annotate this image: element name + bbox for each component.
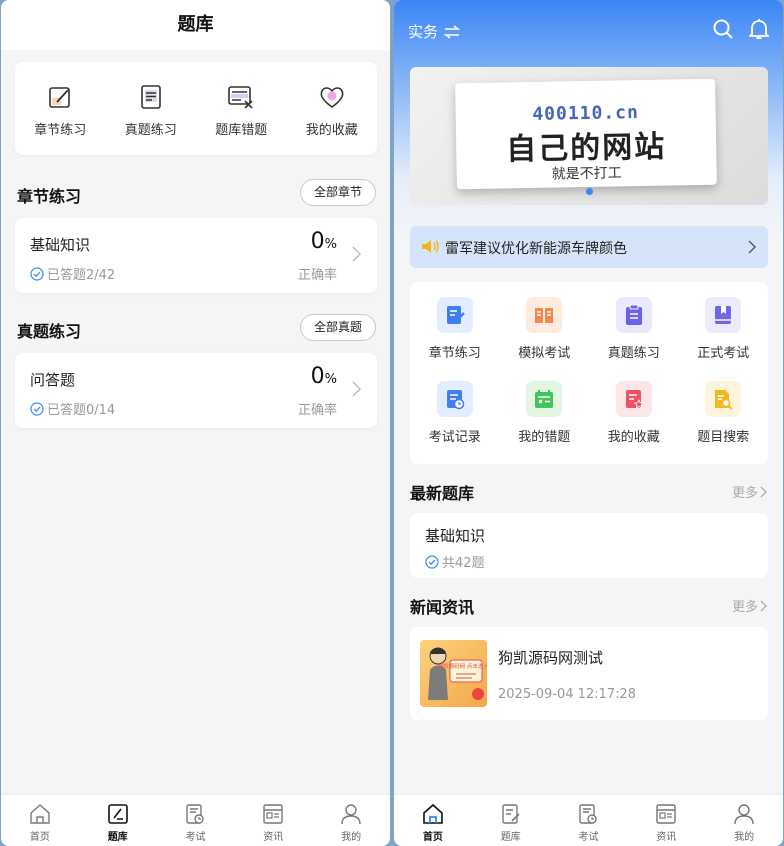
tab-news[interactable]: 资讯 bbox=[234, 795, 312, 846]
banner-carousel[interactable]: 400110.cn 自己的网站 就是不打工 bbox=[410, 67, 768, 205]
grid-question-search[interactable]: 题目搜索 bbox=[679, 381, 769, 465]
calendar-wrong-icon bbox=[535, 390, 554, 408]
chevron-right-icon bbox=[352, 381, 361, 397]
tab-home[interactable]: 首页 bbox=[1, 795, 79, 846]
speaker-icon bbox=[422, 240, 439, 253]
subject-switcher[interactable]: 实务 bbox=[408, 21, 461, 42]
tab-profile[interactable]: 我的 bbox=[312, 795, 390, 846]
tab-question-bank[interactable]: 题库 bbox=[472, 795, 550, 846]
document-icon bbox=[140, 85, 161, 109]
news-more-link[interactable]: 更多 bbox=[732, 596, 767, 615]
chevron-right-icon bbox=[760, 600, 767, 611]
news-icon bbox=[656, 804, 676, 824]
section-title-chapter: 章节练习 bbox=[17, 187, 82, 206]
user-icon bbox=[341, 804, 361, 825]
record-icon bbox=[446, 390, 464, 410]
latest-bank-title: 最新题库 bbox=[410, 484, 475, 503]
latest-more-link[interactable]: 更多 bbox=[732, 482, 767, 501]
question-bank-icon bbox=[107, 804, 128, 824]
svg-text:狗凯源码网 点击进入一: 狗凯源码网 点击进入一 bbox=[438, 662, 487, 670]
quick-actions: 章节练习 真题练习 题库错题 我的收藏 bbox=[15, 62, 377, 155]
tab-exam[interactable]: 考试 bbox=[157, 795, 235, 846]
home-screen: 实务 400110.cn 自己的网站 就是不打工 雷军建议优化新能源车牌颜色 章… bbox=[394, 0, 783, 846]
exam-icon bbox=[186, 804, 205, 824]
tab-profile[interactable]: 我的 bbox=[705, 795, 783, 846]
tab-bar: 首页 题库 考试 资讯 我的 bbox=[1, 794, 390, 846]
user-icon bbox=[734, 804, 754, 825]
section-title-real-exam: 真题练习 bbox=[17, 322, 82, 341]
chevron-right-icon bbox=[352, 246, 361, 262]
question-bank-screen: 题库 章节练习 真题练习 题库错题 我的收藏 章节练习 全部章节 基础知识 已答… bbox=[1, 0, 390, 846]
heart-icon bbox=[320, 87, 344, 108]
bell-icon[interactable] bbox=[749, 18, 769, 40]
favorite-doc-icon bbox=[625, 390, 645, 409]
edit-icon bbox=[49, 87, 71, 108]
carousel-indicator[interactable] bbox=[586, 188, 593, 195]
quick-chapter-practice[interactable]: 章节练习 bbox=[15, 62, 106, 155]
tab-question-bank[interactable]: 题库 bbox=[79, 795, 157, 846]
search-icon[interactable] bbox=[712, 18, 734, 40]
check-circle-icon bbox=[425, 554, 439, 569]
tab-news[interactable]: 资讯 bbox=[627, 795, 705, 846]
home-icon bbox=[30, 804, 50, 824]
quick-my-favorites[interactable]: 我的收藏 bbox=[287, 62, 378, 155]
grid-my-favorites[interactable]: 我的收藏 bbox=[589, 381, 679, 465]
all-chapters-button[interactable]: 全部章节 bbox=[300, 179, 376, 206]
grid-real-exam-practice[interactable]: 真题练习 bbox=[589, 297, 679, 381]
news-thumbnail: 狗凯源码网 点击进入一 bbox=[420, 640, 487, 707]
tab-bar: 首页 题库 考试 资讯 我的 bbox=[394, 794, 783, 846]
book-open-icon bbox=[535, 308, 554, 323]
grid-exam-records[interactable]: 考试记录 bbox=[410, 381, 500, 465]
grid-chapter-practice[interactable]: 章节练习 bbox=[410, 297, 500, 381]
banner-paper: 400110.cn 自己的网站 就是不打工 bbox=[455, 78, 717, 190]
latest-bank-card[interactable]: 基础知识 共42题 bbox=[410, 513, 768, 578]
feature-grid: 章节练习 模拟考试 真题练习 正式考试 考试记录 我的错题 我的收藏 题目搜索 bbox=[410, 282, 768, 464]
news-card[interactable]: 狗凯源码网 点击进入一 狗凯源码网测试 2025-09-04 12:17:28 bbox=[410, 627, 768, 720]
chevron-right-icon bbox=[760, 486, 767, 497]
news-thumbnail-illustration: 狗凯源码网 点击进入一 bbox=[428, 647, 487, 700]
bookmark-book-icon bbox=[715, 306, 732, 324]
tab-exam[interactable]: 考试 bbox=[550, 795, 628, 846]
grid-formal-exam[interactable]: 正式考试 bbox=[679, 297, 769, 381]
grid-my-wrong-questions[interactable]: 我的错题 bbox=[500, 381, 590, 465]
percent-value: 0% bbox=[310, 229, 337, 254]
news-section-title: 新闻资讯 bbox=[410, 598, 475, 617]
search-doc-icon bbox=[715, 390, 733, 410]
check-circle-icon bbox=[30, 401, 44, 416]
all-real-exams-button[interactable]: 全部真题 bbox=[300, 314, 376, 341]
tab-home[interactable]: 首页 bbox=[394, 795, 472, 846]
notice-bar[interactable]: 雷军建议优化新能源车牌颜色 bbox=[410, 226, 768, 268]
exam-icon bbox=[579, 804, 598, 824]
news-icon bbox=[263, 804, 283, 824]
grid-mock-exam[interactable]: 模拟考试 bbox=[500, 297, 590, 381]
chevron-right-icon bbox=[748, 240, 756, 254]
check-circle-icon bbox=[30, 266, 44, 281]
quick-real-exam-practice[interactable]: 真题练习 bbox=[106, 62, 197, 155]
wrong-answer-icon bbox=[228, 86, 253, 109]
quick-wrong-questions[interactable]: 题库错题 bbox=[196, 62, 287, 155]
chapter-card[interactable]: 基础知识 已答题2/42 0% 正确率 bbox=[15, 218, 377, 293]
question-bank-icon bbox=[501, 804, 520, 824]
page-title: 题库 bbox=[1, 0, 390, 50]
home-icon bbox=[423, 803, 443, 824]
edit-icon bbox=[446, 306, 465, 324]
switch-icon bbox=[443, 24, 461, 39]
real-exam-card[interactable]: 问答题 已答题0/14 0% 正确率 bbox=[15, 353, 377, 428]
percent-value: 0% bbox=[310, 364, 337, 389]
clipboard-icon bbox=[625, 304, 642, 325]
